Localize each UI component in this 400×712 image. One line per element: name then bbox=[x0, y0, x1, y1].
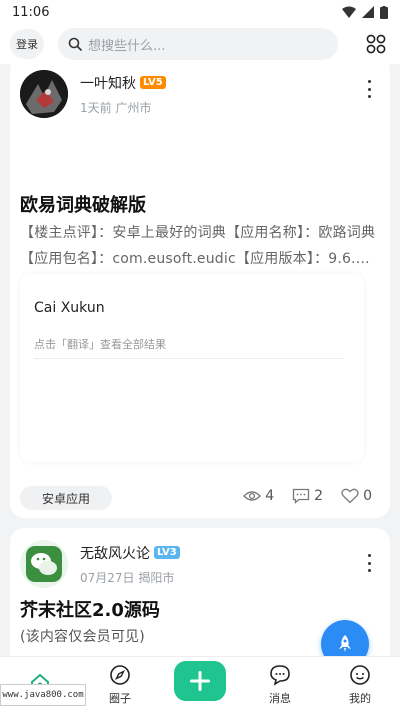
battery-icon bbox=[380, 5, 388, 19]
post-title[interactable]: 欧易词典破解版 bbox=[20, 191, 146, 217]
clock: 11:06 bbox=[12, 4, 50, 20]
avatar-image bbox=[20, 70, 68, 118]
post-author[interactable]: 无敌风火论 LV3 07月27日 揭阳市 bbox=[20, 540, 180, 588]
author-name[interactable]: 一叶知秋 bbox=[80, 73, 136, 93]
watermark: www.java800.com bbox=[0, 684, 86, 706]
login-button[interactable]: 登录 bbox=[10, 29, 44, 59]
views-stat: 4 bbox=[243, 488, 274, 504]
rocket-icon bbox=[339, 635, 351, 652]
profile-icon bbox=[350, 664, 370, 685]
nav-circle-label: 圈子 bbox=[109, 691, 131, 705]
plus-icon bbox=[190, 670, 210, 691]
post-card[interactable]: 一叶知秋 LV5 1天前 广州市 欧易词典破解版 【楼主点评】：安卓上最好的词典… bbox=[10, 64, 390, 518]
message-icon bbox=[270, 664, 290, 686]
level-badge: LV5 bbox=[140, 76, 166, 89]
nav-mine-label: 我的 bbox=[349, 691, 371, 705]
nav-messages[interactable]: 消息 bbox=[240, 657, 320, 712]
comment-icon bbox=[293, 488, 310, 504]
comments-count: 2 bbox=[314, 488, 324, 504]
post-title[interactable]: 芥末社区2.0源码 bbox=[20, 596, 160, 622]
nav-messages-label: 消息 bbox=[269, 691, 291, 705]
post-stats: 4 2 0 bbox=[243, 488, 372, 504]
embed-hint: 点击「翻译」查看全部结果 bbox=[34, 338, 166, 351]
top-bar: 登录 想搜些什么... bbox=[0, 24, 400, 64]
category-grid-button[interactable] bbox=[362, 30, 390, 58]
compass-icon bbox=[110, 664, 130, 685]
avatar[interactable] bbox=[20, 70, 68, 118]
more-options-icon[interactable] bbox=[366, 80, 372, 98]
search-bar[interactable]: 想搜些什么... bbox=[58, 28, 338, 60]
nav-circle[interactable]: 圈子 bbox=[80, 657, 160, 712]
comments-stat[interactable]: 2 bbox=[292, 488, 323, 504]
status-bar: 11:06 bbox=[0, 0, 400, 24]
level-badge: LV3 bbox=[154, 546, 180, 559]
search-icon bbox=[68, 37, 82, 51]
signal-icon bbox=[362, 6, 374, 18]
likes-count: 0 bbox=[363, 488, 372, 504]
post-feed: 一叶知秋 LV5 1天前 广州市 欧易词典破解版 【楼主点评】：安卓上最好的词典… bbox=[0, 64, 400, 656]
add-post-button[interactable] bbox=[174, 660, 226, 701]
post-tag[interactable]: 安卓应用 bbox=[20, 486, 112, 510]
search-placeholder: 想搜些什么... bbox=[88, 38, 166, 54]
wechat-logo-icon bbox=[26, 546, 62, 582]
embed-text: Cai Xukun bbox=[34, 300, 105, 316]
likes-stat[interactable]: 0 bbox=[341, 488, 372, 504]
views-count: 4 bbox=[265, 488, 275, 504]
nav-mine[interactable]: 我的 bbox=[320, 657, 400, 712]
eye-icon bbox=[243, 491, 262, 501]
post-meta: 1天前 广州市 bbox=[80, 100, 152, 115]
wifi-icon bbox=[342, 6, 356, 18]
post-excerpt[interactable]: 【楼主点评】：安卓上最好的词典【应用名称】：欧路词典【应用包名】：com.eus… bbox=[20, 220, 380, 272]
author-name[interactable]: 无敌风火论 bbox=[80, 543, 150, 563]
more-options-icon[interactable] bbox=[366, 554, 372, 572]
post-meta: 07月27日 揭阳市 bbox=[80, 570, 175, 585]
avatar[interactable] bbox=[20, 540, 68, 588]
heart-icon bbox=[341, 488, 359, 504]
post-embed-preview[interactable]: Cai Xukun 点击「翻译」查看全部结果 bbox=[20, 274, 364, 462]
divider bbox=[34, 358, 344, 359]
nav-add[interactable] bbox=[160, 657, 240, 712]
post-author[interactable]: 一叶知秋 LV5 1天前 广州市 bbox=[20, 70, 166, 118]
grid-icon bbox=[366, 34, 386, 54]
